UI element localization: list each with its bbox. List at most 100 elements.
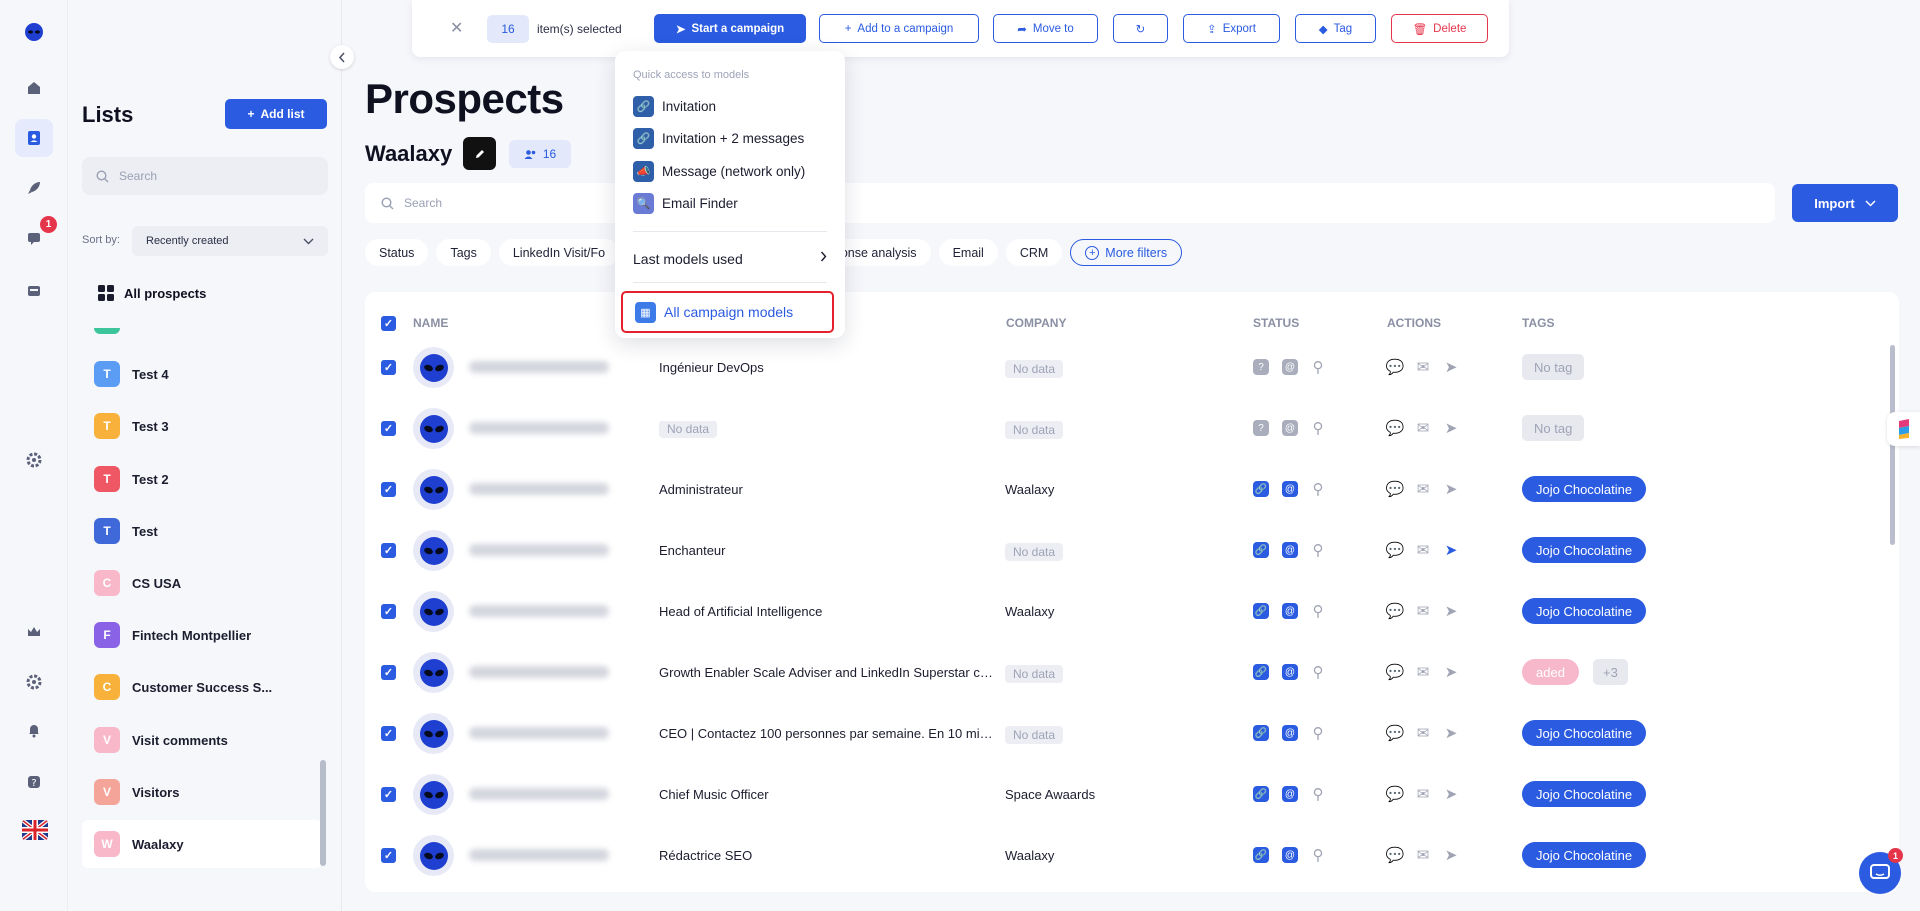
message-action-icon[interactable]: 💬 [1386, 481, 1405, 498]
table-row[interactable]: ✓ Chief Music Officer Space Awaards 🔗 @ ⚲ 💬 ✉ ➤ J… [365, 764, 1899, 825]
linkedin-connected-icon[interactable]: 🔗 [1253, 481, 1269, 497]
header-name[interactable]: NAME [413, 316, 448, 330]
tag-chip[interactable]: aded [1522, 659, 1579, 685]
send-action-icon[interactable]: ➤ [1443, 725, 1459, 742]
linkedin-connected-icon[interactable]: 🔗 [1253, 603, 1269, 619]
send-action-icon[interactable]: ➤ [1443, 420, 1459, 437]
table-row[interactable]: ✓ Head of Artificial Intelligence Waalaxy 🔗… [365, 581, 1899, 642]
row-checkbox[interactable]: ✓ [381, 665, 396, 680]
email-status-icon[interactable]: @ [1282, 664, 1298, 680]
tag-chip[interactable]: No tag [1522, 415, 1585, 441]
row-checkbox[interactable]: ✓ [381, 787, 396, 802]
start-campaign-button[interactable]: ➤ Start a campaign [654, 14, 806, 43]
filter-linkedin-visit[interactable]: LinkedIn Visit/Fo [498, 239, 620, 266]
email-status-icon[interactable]: @ [1282, 359, 1298, 375]
row-checkbox[interactable]: ✓ [381, 848, 396, 863]
email-action-icon[interactable]: ✉ [1415, 420, 1431, 437]
list-item[interactable]: W Waalaxy [82, 820, 322, 868]
hubspot-icon[interactable]: ⚲ [1310, 786, 1326, 803]
message-action-icon[interactable]: 💬 [1386, 725, 1405, 742]
list-item[interactable]: V Visit comments [82, 716, 322, 764]
hubspot-icon[interactable]: ⚲ [1310, 542, 1326, 559]
blurred-name[interactable] [469, 849, 609, 861]
import-button[interactable]: Import [1792, 184, 1898, 222]
add-list-button[interactable]: + Add list [225, 99, 327, 129]
table-row[interactable]: ✓ Enchanteur No data 🔗 @ ⚲ 💬 ✉ ➤ Jojo Chocolatine [365, 520, 1899, 581]
last-models-used-item[interactable]: Last models used [633, 251, 827, 267]
email-action-icon[interactable]: ✉ [1415, 359, 1431, 376]
header-actions[interactable]: ACTIONS [1387, 316, 1441, 330]
blurred-name[interactable] [469, 483, 609, 495]
send-action-icon[interactable]: ➤ [1443, 786, 1459, 803]
filter-status[interactable]: Status [365, 239, 429, 266]
model-invitation[interactable]: 🔗 Invitation [633, 96, 716, 117]
header-tags[interactable]: TAGS [1522, 316, 1554, 330]
message-action-icon[interactable]: 💬 [1386, 603, 1405, 620]
blurred-name[interactable] [469, 605, 609, 617]
table-row[interactable]: ✓ Administrateur Waalaxy 🔗 @ ⚲ 💬 ✉ ➤ Jojo Chocola… [365, 459, 1899, 520]
bell-icon[interactable] [22, 718, 46, 742]
crown-icon[interactable] [22, 620, 46, 644]
message-action-icon[interactable]: 💬 [1386, 664, 1405, 681]
list-item[interactable]: T Test 2 [82, 455, 322, 503]
contacts-icon[interactable] [15, 119, 53, 157]
header-status[interactable]: STATUS [1253, 316, 1299, 330]
blurred-name[interactable] [469, 422, 609, 434]
unknown-status-icon[interactable]: ? [1253, 359, 1269, 375]
alien-logo-icon[interactable] [22, 20, 46, 44]
lists-search-input[interactable]: Search [82, 157, 328, 195]
send-action-icon[interactable]: ➤ [1443, 847, 1459, 864]
hubspot-icon[interactable]: ⚲ [1310, 664, 1326, 681]
email-action-icon[interactable]: ✉ [1415, 664, 1431, 681]
row-checkbox[interactable]: ✓ [381, 482, 396, 497]
more-tags-chip[interactable]: +3 [1593, 659, 1628, 685]
list-item[interactable]: C Customer Success S... [82, 663, 322, 711]
message-action-icon[interactable]: 💬 [1386, 542, 1405, 559]
list-item[interactable]: T Test 4 [82, 350, 322, 398]
chat-launcher-button[interactable]: 1 [1859, 848, 1903, 894]
row-checkbox[interactable]: ✓ [381, 360, 396, 375]
hubspot-icon[interactable]: ⚲ [1310, 725, 1326, 742]
email-action-icon[interactable]: ✉ [1415, 786, 1431, 803]
list-item[interactable]: C CS USA [82, 559, 322, 607]
blurred-name[interactable] [469, 361, 609, 373]
email-status-icon[interactable]: @ [1282, 542, 1298, 558]
email-status-icon[interactable]: @ [1282, 603, 1298, 619]
email-action-icon[interactable]: ✉ [1415, 481, 1431, 498]
hubspot-icon[interactable]: ⚲ [1310, 481, 1326, 498]
edit-icon[interactable] [463, 137, 496, 170]
all-campaign-models-item[interactable]: ▦ All campaign models [621, 291, 834, 333]
all-prospects-item[interactable]: All prospects [98, 285, 206, 301]
blurred-name[interactable] [469, 666, 609, 678]
avatar[interactable] [413, 530, 454, 571]
tag-button[interactable]: ◆ Tag [1295, 14, 1376, 43]
avatar[interactable] [413, 774, 454, 815]
message-action-icon[interactable]: 💬 [1386, 359, 1405, 376]
row-checkbox[interactable]: ✓ [381, 726, 396, 741]
avatar[interactable] [413, 408, 454, 449]
header-company[interactable]: COMPANY [1006, 316, 1066, 330]
message-action-icon[interactable]: 💬 [1386, 847, 1405, 864]
send-action-icon[interactable]: ➤ [1443, 603, 1459, 620]
email-action-icon[interactable]: ✉ [1415, 603, 1431, 620]
message-action-icon[interactable]: 💬 [1386, 420, 1405, 437]
refresh-button[interactable]: ↻ [1113, 14, 1168, 43]
send-action-icon[interactable]: ➤ [1443, 542, 1459, 559]
hubspot-icon[interactable]: ⚲ [1310, 420, 1326, 437]
email-action-icon[interactable]: ✉ [1415, 725, 1431, 742]
email-status-icon[interactable]: @ [1282, 725, 1298, 741]
email-status-icon[interactable]: @ [1282, 420, 1298, 436]
prospects-search-input[interactable]: Search [365, 183, 1775, 223]
linkedin-connected-icon[interactable]: 🔗 [1253, 725, 1269, 741]
inbox-icon[interactable] [22, 279, 46, 303]
filter-crm[interactable]: CRM [1005, 239, 1063, 266]
tag-chip[interactable]: No tag [1522, 354, 1585, 380]
row-checkbox[interactable]: ✓ [381, 604, 396, 619]
tag-chip[interactable]: Jojo Chocolatine [1522, 476, 1647, 502]
tag-chip[interactable]: Jojo Chocolatine [1522, 781, 1647, 807]
filter-email[interactable]: Email [938, 239, 998, 266]
list-item[interactable]: V Visitors [82, 768, 322, 816]
delete-button[interactable]: 🗑 Delete [1391, 14, 1488, 43]
row-checkbox[interactable]: ✓ [381, 421, 396, 436]
more-filters-button[interactable]: + More filters [1070, 239, 1183, 266]
